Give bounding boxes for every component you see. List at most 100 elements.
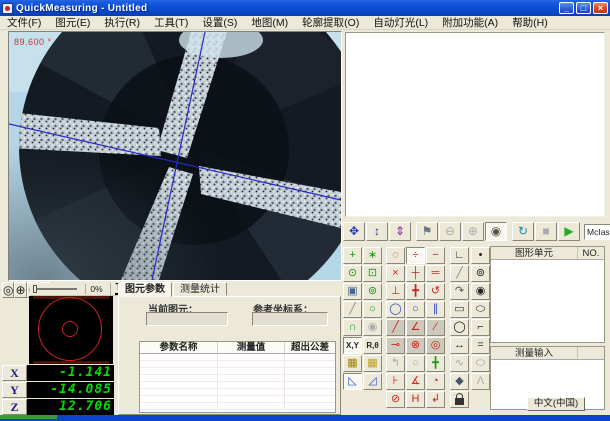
stop-icon[interactable]: ■ (535, 222, 557, 241)
cross-point-icon[interactable]: × (386, 265, 405, 282)
line-draw-icon[interactable]: ╱ (343, 301, 362, 318)
circle-by-points-icon[interactable]: ◌ (386, 247, 405, 264)
menu-item-1[interactable]: 图元(E) (48, 16, 97, 30)
menu-item-3[interactable]: 工具(T) (147, 16, 195, 30)
arc-draw-icon[interactable]: ∩ (343, 319, 362, 336)
vertical-measure-icon[interactable]: ↕ (366, 222, 388, 241)
square-dot-icon[interactable]: ⊡ (363, 265, 382, 282)
ring-light-single-icon[interactable]: ◎ (2, 282, 14, 298)
image-capture-icon[interactable]: ▣ (343, 283, 362, 300)
parallel-lines-icon[interactable]: ═ (426, 265, 445, 282)
ellipse-icon[interactable]: ⬭ (471, 301, 490, 318)
slider-thumb[interactable] (33, 285, 37, 293)
light-slider[interactable] (33, 288, 77, 290)
current-element-field[interactable] (146, 312, 228, 326)
ellipse-large-icon[interactable]: ◯ (386, 301, 405, 318)
lock-icon[interactable] (450, 391, 469, 408)
menu-item-6[interactable]: 轮廓提取(O) (295, 16, 366, 30)
comment-flag-icon[interactable]: ⚑ (416, 222, 438, 241)
line-tool-icon[interactable]: ╱ (450, 265, 469, 282)
z-axis-arrow-icon[interactable]: ⇕ (389, 222, 411, 241)
undo-arc-icon[interactable]: ↰ (386, 355, 405, 372)
pan-move-icon[interactable]: ✥ (343, 222, 365, 241)
ring-light-quad-icon[interactable]: ⊕ (14, 282, 26, 298)
stage-view-b-icon[interactable]: ▦ (363, 355, 382, 372)
ghost-circle-icon[interactable]: ○ (406, 355, 425, 372)
angle-three-points-icon[interactable]: ∠ (406, 319, 425, 336)
params-table[interactable]: 参数名称 测量值 超出公差 (139, 341, 336, 413)
camera-viewport[interactable]: 89.600 ° (8, 31, 342, 281)
graphics-area[interactable] (345, 32, 605, 217)
add-star-icon[interactable]: ∗ (363, 247, 382, 264)
coord-rtheta-button[interactable]: R,θ (363, 337, 382, 354)
circle-dot-icon[interactable]: ⊙ (343, 265, 362, 282)
zoom-fit-icon[interactable]: ◉ (485, 222, 507, 241)
z-axis-button[interactable]: Z (2, 399, 27, 415)
menu-item-5[interactable]: 地图(M) (244, 16, 295, 30)
unit-list-body[interactable] (491, 260, 604, 342)
width-h-icon[interactable]: H (406, 391, 425, 408)
line-two-points-icon[interactable]: ╱ (386, 319, 405, 336)
minus-icon[interactable]: − (426, 247, 445, 264)
menu-item-4[interactable]: 设置(S) (195, 16, 244, 30)
corner-return-icon[interactable]: ↲ (426, 391, 445, 408)
circle-circle-distance-icon[interactable]: ⊗ (406, 337, 425, 354)
coord-xy-button[interactable]: X,Y (343, 337, 362, 354)
equals-icon[interactable]: = (471, 337, 490, 354)
tab-measure-stats[interactable]: 测量统计 (173, 282, 227, 296)
y-axis-button[interactable]: Y (2, 382, 27, 398)
language-button[interactable]: 中文(中国) (527, 397, 585, 411)
minimize-button[interactable]: _ (559, 2, 574, 14)
menu-item-7[interactable]: 自动灯光(L) (366, 16, 435, 30)
point-capture-icon[interactable]: ◉ (363, 319, 382, 336)
x-axis-button[interactable]: X (2, 365, 27, 381)
menu-item-9[interactable]: 帮助(H) (505, 16, 555, 30)
zoom-in-icon[interactable]: ⊕ (462, 222, 484, 241)
wave-icon[interactable]: ∿ (450, 355, 469, 372)
menu-item-2[interactable]: 执行(R) (97, 16, 147, 30)
circle-slash-icon[interactable]: ⊘ (386, 391, 405, 408)
arc-curve-icon[interactable]: ↷ (450, 283, 469, 300)
unit-list-no-col[interactable]: NO. (578, 247, 604, 259)
horizontal-distance-icon[interactable]: ↔ (450, 337, 469, 354)
blob-icon[interactable]: ⬭ (471, 355, 490, 372)
tangent-line-icon[interactable]: ⊦ (386, 373, 405, 390)
perpendicular-icon[interactable]: ⊥ (386, 283, 405, 300)
zoom-out-icon[interactable]: ⊖ (439, 222, 461, 241)
ref-coordsys-field[interactable] (252, 312, 328, 326)
angle-triangle-b-icon[interactable]: ◿ (363, 373, 382, 390)
divide-icon[interactable]: ÷ (406, 247, 425, 264)
menu-item-0[interactable]: 文件(F) (0, 16, 48, 30)
circle-line-distance-icon[interactable]: ⊸ (386, 337, 405, 354)
circle-scan-icon[interactable]: ⊚ (363, 283, 382, 300)
maximize-button[interactable]: □ (576, 2, 591, 14)
center-point-icon[interactable]: ┼ (406, 265, 425, 282)
mclas-dropdown[interactable]: McIas▼ (584, 224, 610, 240)
right-angle-icon[interactable]: ∟ (450, 247, 469, 264)
ellipse-small-icon[interactable]: ○ (406, 301, 425, 318)
angle-measure-icon[interactable]: ∡ (406, 373, 425, 390)
concentric-circles-icon[interactable]: ◎ (426, 337, 445, 354)
angle-triangle-a-icon[interactable]: ◺ (343, 373, 362, 390)
circled-point-icon[interactable]: ⊚ (471, 265, 490, 282)
angle-b-icon[interactable]: ⌐ (471, 319, 490, 336)
circle-draw-icon[interactable]: ○ (363, 301, 382, 318)
unit-list-title[interactable]: 图形单元 (491, 247, 578, 259)
run-loop-icon[interactable]: ↻ (512, 222, 534, 241)
bold-circle-icon[interactable]: ◯ (450, 319, 469, 336)
point-icon[interactable]: • (471, 247, 490, 264)
add-point-icon[interactable]: + (343, 247, 362, 264)
rotate-circle-icon[interactable]: ↺ (426, 283, 445, 300)
target-plus-icon[interactable]: ╋ (426, 355, 445, 372)
eye-circle-icon[interactable]: ◉ (471, 283, 490, 300)
stage-view-a-icon[interactable]: ▦ (343, 355, 362, 372)
tab-element-params[interactable]: 图元参数 (118, 282, 172, 297)
caret-icon[interactable]: Λ (471, 373, 490, 390)
play-icon[interactable]: ▶ (558, 222, 580, 241)
menu-item-8[interactable]: 附加功能(A) (435, 16, 505, 30)
segment-points-icon[interactable]: ∕ (426, 319, 445, 336)
diamond-stack-icon[interactable]: ◆ (450, 373, 469, 390)
close-button[interactable]: × (593, 2, 608, 14)
hatch-lines-icon[interactable]: ∥ (426, 301, 445, 318)
move-point-icon[interactable]: ╋ (406, 283, 425, 300)
